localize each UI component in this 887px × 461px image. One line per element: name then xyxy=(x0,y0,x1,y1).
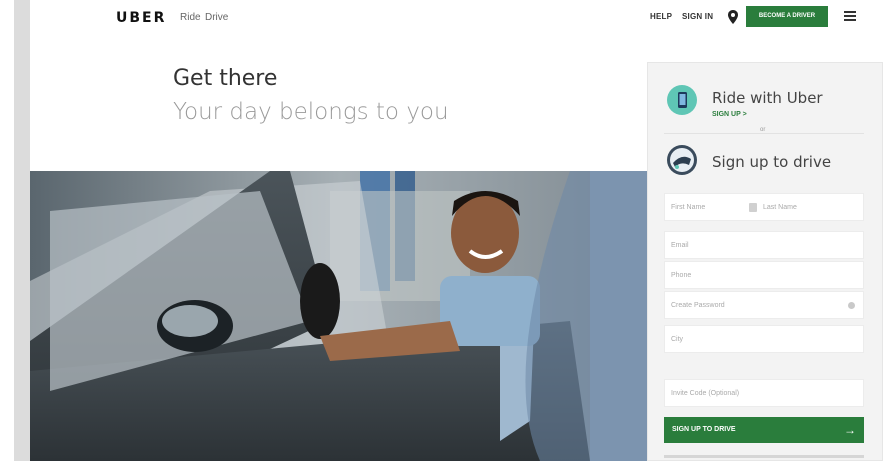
uber-logo[interactable]: UBER xyxy=(116,10,166,26)
signup-panel: Ride with Uber SIGN UP > or Sign up to d… xyxy=(647,62,883,461)
hero-photo-illustration xyxy=(30,171,650,461)
sign-up-to-drive-title: Sign up to drive xyxy=(712,153,832,171)
last-name-field[interactable]: Last Name xyxy=(763,194,797,221)
city-field[interactable]: City xyxy=(664,325,864,353)
terms-fine-print xyxy=(664,455,864,458)
become-a-driver-button[interactable]: BECOME A DRIVER xyxy=(746,6,828,27)
arrow-right-icon: → xyxy=(844,423,856,437)
invite-code-field[interactable]: Invite Code (Optional) xyxy=(664,379,864,407)
password-placeholder: Create Password xyxy=(671,302,725,309)
ride-phone-icon[interactable] xyxy=(667,85,697,115)
divider xyxy=(664,133,864,134)
browser-scroll-edge xyxy=(14,0,30,461)
help-link[interactable]: HELP xyxy=(650,12,672,21)
top-navigation-bar: UBER Ride Drive HELP SIGN IN BECOME A DR… xyxy=(30,0,887,36)
nav-ride-link[interactable]: Ride xyxy=(180,12,201,23)
page-left-margin xyxy=(0,0,14,461)
sign-up-to-drive-button[interactable]: SIGN UP TO DRIVE → xyxy=(664,417,864,443)
show-password-icon[interactable] xyxy=(848,302,855,309)
hero-photo-driver-in-car xyxy=(30,171,650,461)
email-field[interactable]: Email xyxy=(664,231,864,259)
contact-card-icon xyxy=(749,203,757,212)
first-name-placeholder: First Name xyxy=(671,204,706,211)
hamburger-menu-icon[interactable] xyxy=(844,11,856,21)
first-name-field[interactable]: First Name Last Name xyxy=(664,193,864,221)
nav-drive-link[interactable]: Drive xyxy=(205,12,228,23)
password-field[interactable]: Create Password xyxy=(664,291,864,319)
hero-subtitle: Your day belongs to you xyxy=(173,99,449,125)
sign-in-link[interactable]: SIGN IN xyxy=(682,12,713,21)
ride-with-uber-title[interactable]: Ride with Uber xyxy=(712,89,823,107)
submit-label: SIGN UP TO DRIVE xyxy=(672,426,736,433)
phone-field[interactable]: Phone xyxy=(664,261,864,289)
or-separator: or xyxy=(756,127,770,133)
ride-sign-up-link[interactable]: SIGN UP > xyxy=(712,111,747,118)
drive-car-icon xyxy=(667,145,697,175)
hero-title: Get there xyxy=(173,66,278,91)
location-pin-icon[interactable] xyxy=(727,10,739,24)
